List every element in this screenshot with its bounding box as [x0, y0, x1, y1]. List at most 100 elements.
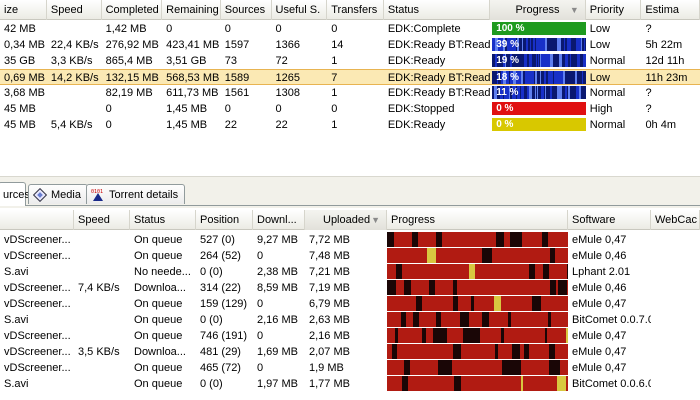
download-cell-completed: 82,19 MB: [105, 87, 153, 99]
download-cell-priority: Normal: [589, 87, 626, 99]
column-header-status[interactable]: Status: [384, 0, 491, 20]
column-header-label: WebCac: [655, 214, 697, 226]
progress-bar: 11 %: [492, 86, 586, 99]
progress-label: 0 %: [496, 119, 514, 130]
source-column-header-name[interactable]: [0, 210, 74, 230]
source-row[interactable]: S.avi No neede... 0 (0) 2,38 MB 7,21 MB Lphan…: [0, 264, 700, 280]
source-row[interactable]: vDScreener... On queue 746 (191) 0 2,16 MB eM…: [0, 328, 700, 344]
download-cell-progress: 18 %: [490, 70, 586, 86]
tab-sources[interactable]: urces: [0, 182, 30, 206]
download-cell-priority: Normal: [589, 55, 626, 67]
source-cell-software: eMule 0,47: [572, 346, 627, 358]
source-column-header-position[interactable]: Position: [196, 210, 253, 230]
download-cell-remaining: 0: [166, 23, 173, 35]
download-row[interactable]: 35 GB 3,3 KB/s 865,4 MB 3,51 GB 73 72 1 EDK:Rea…: [0, 53, 700, 69]
progress-label: 19 %: [496, 55, 519, 66]
download-row[interactable]: 45 MB 5,4 KB/s 0 1,45 MB 22 22 1 EDK:Ready 0 % No…: [0, 117, 700, 133]
source-column-header-downloaded[interactable]: Downl...: [253, 210, 305, 230]
source-row[interactable]: S.avi On queue 0 (0) 1,97 MB 1,77 MB BitComet…: [0, 376, 700, 392]
download-cell-transfers: 0: [331, 103, 338, 115]
progress-bar: 39 %: [492, 38, 586, 51]
source-cell-status: On queue: [134, 314, 183, 326]
column-header-remaining[interactable]: Remaining: [162, 0, 221, 20]
tab-media[interactable]: Media: [28, 184, 88, 204]
progress-bar: 0 %: [492, 118, 586, 131]
source-cell-position: 159 (129): [200, 298, 248, 310]
column-header-speed[interactable]: Speed: [47, 0, 102, 20]
source-column-header-progress[interactable]: Progress: [387, 210, 568, 230]
source-row[interactable]: vDScreener... On queue 527 (0) 9,27 MB 7,72 …: [0, 232, 700, 248]
column-header-size[interactable]: ize: [0, 0, 47, 20]
download-row[interactable]: 45 MB 0 1,45 MB 0 0 0 EDK:Stopped 0 % High?: [0, 101, 700, 117]
source-cell-speed: [74, 248, 130, 264]
download-row[interactable]: 0,34 MB 22,4 KB/s 276,92 MB 423,41 MB 1597 13…: [0, 37, 700, 53]
source-cell-progress: [387, 376, 568, 392]
source-cell-progress: [387, 328, 568, 344]
download-cell-completed: 276,92 MB: [105, 39, 159, 51]
source-progress-bar: [387, 296, 568, 311]
source-cell-uploaded: 7,72 MB: [309, 234, 350, 246]
source-row[interactable]: S.avi On queue 0 (0) 2,16 MB 2,63 MB BitComet…: [0, 312, 700, 328]
download-cell-estimate: 0h 4m: [645, 119, 677, 131]
source-cell-webcache: [651, 280, 700, 296]
source-column-header-uploaded[interactable]: Uploaded ▼: [305, 210, 387, 230]
source-cell-webcache: [651, 296, 700, 312]
source-column-header-status[interactable]: Status: [130, 210, 196, 230]
source-cell-speed: 3,5 KB/s: [78, 346, 120, 358]
download-cell-sources: 0: [224, 23, 231, 35]
download-cell-useful: 1366: [275, 39, 300, 51]
source-row[interactable]: vDScreener... On queue 159 (129) 0 6,79 MB eM…: [0, 296, 700, 312]
download-cell-completed: 0: [105, 119, 112, 131]
source-cell-name: S.avi: [4, 378, 29, 390]
column-header-estimate[interactable]: Estima: [641, 0, 700, 20]
source-cell-downloaded: 1,69 MB: [257, 346, 298, 358]
download-cell-status: EDK:Complete: [387, 23, 461, 35]
source-cell-webcache: [651, 248, 700, 264]
tab-torrent-details[interactable]: 0101 Torrent details: [86, 184, 186, 204]
source-cell-position: 0 (0): [200, 378, 223, 390]
source-column-header-webcache[interactable]: WebCac: [651, 210, 700, 230]
source-cell-status: Downloa...: [134, 346, 186, 358]
column-header-label: Useful S.: [275, 4, 321, 16]
source-cell-name: vDScreener...: [4, 330, 71, 342]
progress-bar: 0 %: [492, 102, 586, 115]
column-header-label: Status: [387, 4, 420, 16]
column-header-progress[interactable]: Progress ▼: [490, 0, 586, 20]
download-cell-size: 45 MB: [4, 103, 36, 115]
download-cell-transfers: 7: [331, 72, 338, 84]
source-progress-bar: [387, 232, 568, 247]
source-row[interactable]: vDScreener... 7,4 KB/s Downloa... 314 (22) 8…: [0, 280, 700, 296]
source-row[interactable]: vDScreener... On queue 264 (52) 0 7,48 MB eMu…: [0, 248, 700, 264]
source-cell-speed: [74, 296, 130, 312]
column-header-label: Speed: [78, 214, 110, 226]
source-cell-webcache: [651, 264, 700, 280]
download-row[interactable]: 3,68 MB 82,19 MB 611,73 MB 1561 1308 1 EDK:Rea…: [0, 85, 700, 101]
source-cell-status: No neede...: [134, 266, 191, 278]
column-header-label: Uploaded: [323, 214, 371, 226]
source-row[interactable]: vDScreener... 3,5 KB/s Downloa... 481 (29) 1…: [0, 344, 700, 360]
source-cell-webcache: [651, 344, 700, 360]
download-cell-priority: Low: [589, 23, 610, 35]
svg-text:0101: 0101: [91, 189, 103, 195]
download-row[interactable]: 0,69 MB 14,2 KB/s 132,15 MB 568,53 MB 1589 12…: [0, 69, 700, 85]
source-column-header-speed[interactable]: Speed: [74, 210, 130, 230]
source-progress-bar: [387, 376, 568, 391]
column-header-transfers[interactable]: Transfers: [327, 0, 384, 20]
column-header-useful[interactable]: Useful S.: [272, 0, 328, 20]
download-cell-sources: 1597: [224, 39, 250, 51]
tab-media-label: Media: [51, 188, 81, 201]
source-cell-progress: [387, 360, 568, 376]
source-cell-downloaded: 2,38 MB: [257, 266, 298, 278]
download-cell-status: EDK:Ready: [387, 119, 446, 131]
progress-bar: 100 %: [492, 22, 586, 35]
download-cell-useful: 1265: [275, 72, 300, 84]
column-header-priority[interactable]: Priority: [586, 0, 642, 20]
download-row[interactable]: 42 MB 1,42 MB 0 0 0 0 EDK:Complete 100 % Low?: [0, 21, 700, 37]
source-row[interactable]: vDScreener... On queue 465 (72) 0 1,9 MB eMul…: [0, 360, 700, 376]
source-cell-software: BitComet 0.0.7.0: [572, 314, 651, 326]
source-cell-name: vDScreener...: [4, 250, 71, 262]
column-header-completed[interactable]: Completed: [102, 0, 163, 20]
source-column-header-software[interactable]: Software: [568, 210, 651, 230]
source-cell-uploaded: 2,16 MB: [309, 330, 350, 342]
column-header-sources[interactable]: Sources: [221, 0, 272, 20]
